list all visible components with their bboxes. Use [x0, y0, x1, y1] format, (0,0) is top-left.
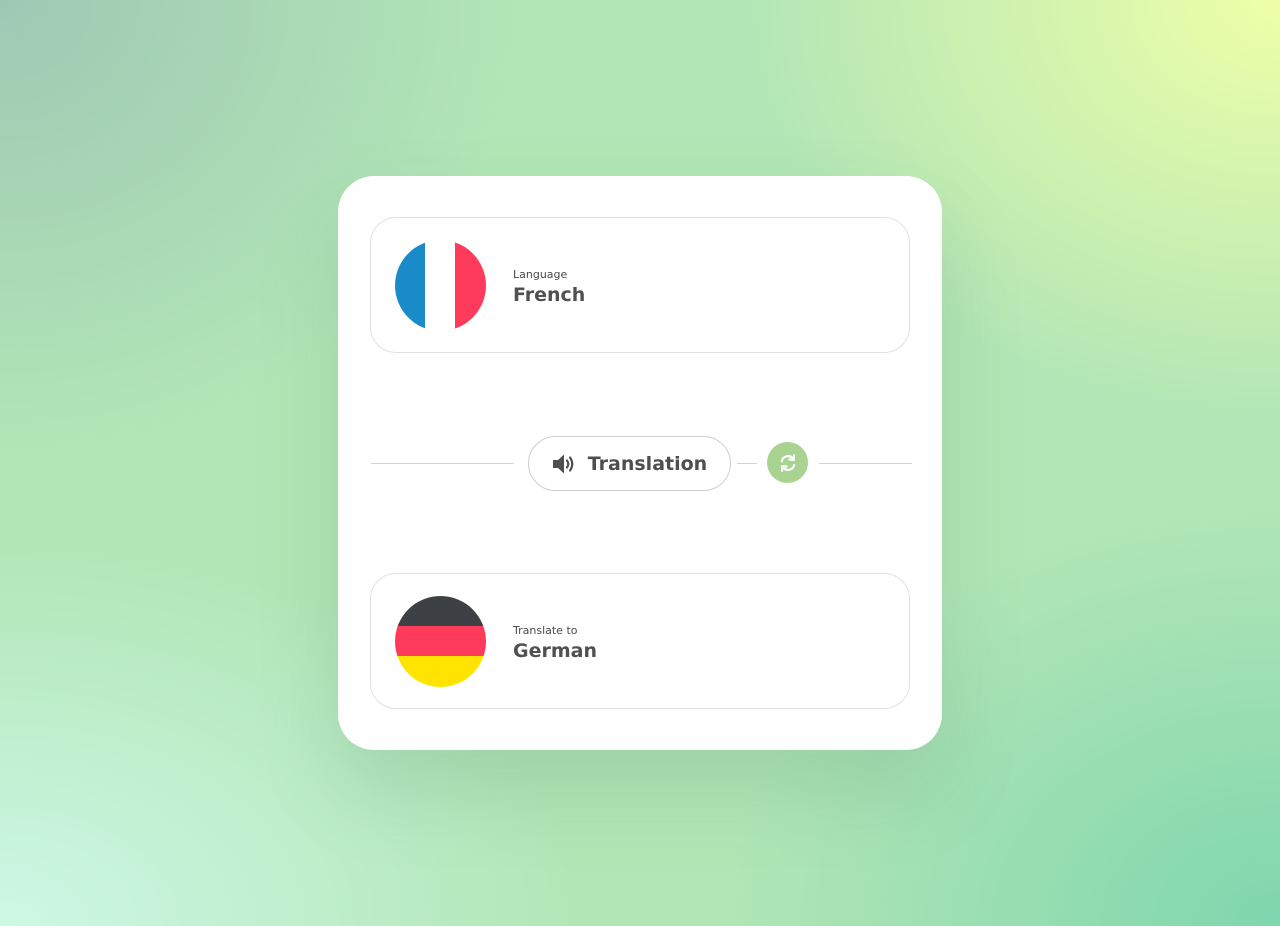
source-language-selector[interactable]: Language French	[370, 217, 910, 353]
france-flag-icon	[395, 240, 486, 331]
target-language-caption: Translate to	[513, 624, 578, 637]
swap-icon	[777, 452, 799, 474]
divider-right	[819, 463, 912, 464]
translator-card: Language French Translation Translate to…	[338, 176, 942, 750]
divider-middle	[737, 463, 757, 464]
speaker-icon	[552, 453, 576, 475]
target-language-selector[interactable]: Translate to German	[370, 573, 910, 709]
source-language-name: French	[513, 284, 586, 306]
source-language-text: Language French	[513, 268, 585, 307]
source-language-caption: Language	[513, 268, 568, 281]
target-language-text: Translate to German	[513, 624, 597, 663]
translation-label: Translation	[587, 452, 708, 475]
translation-audio-button[interactable]: Translation	[528, 436, 731, 491]
swap-languages-button[interactable]	[767, 442, 808, 483]
divider-left	[371, 463, 514, 464]
germany-flag-icon	[395, 596, 486, 687]
target-language-name: German	[513, 640, 597, 662]
